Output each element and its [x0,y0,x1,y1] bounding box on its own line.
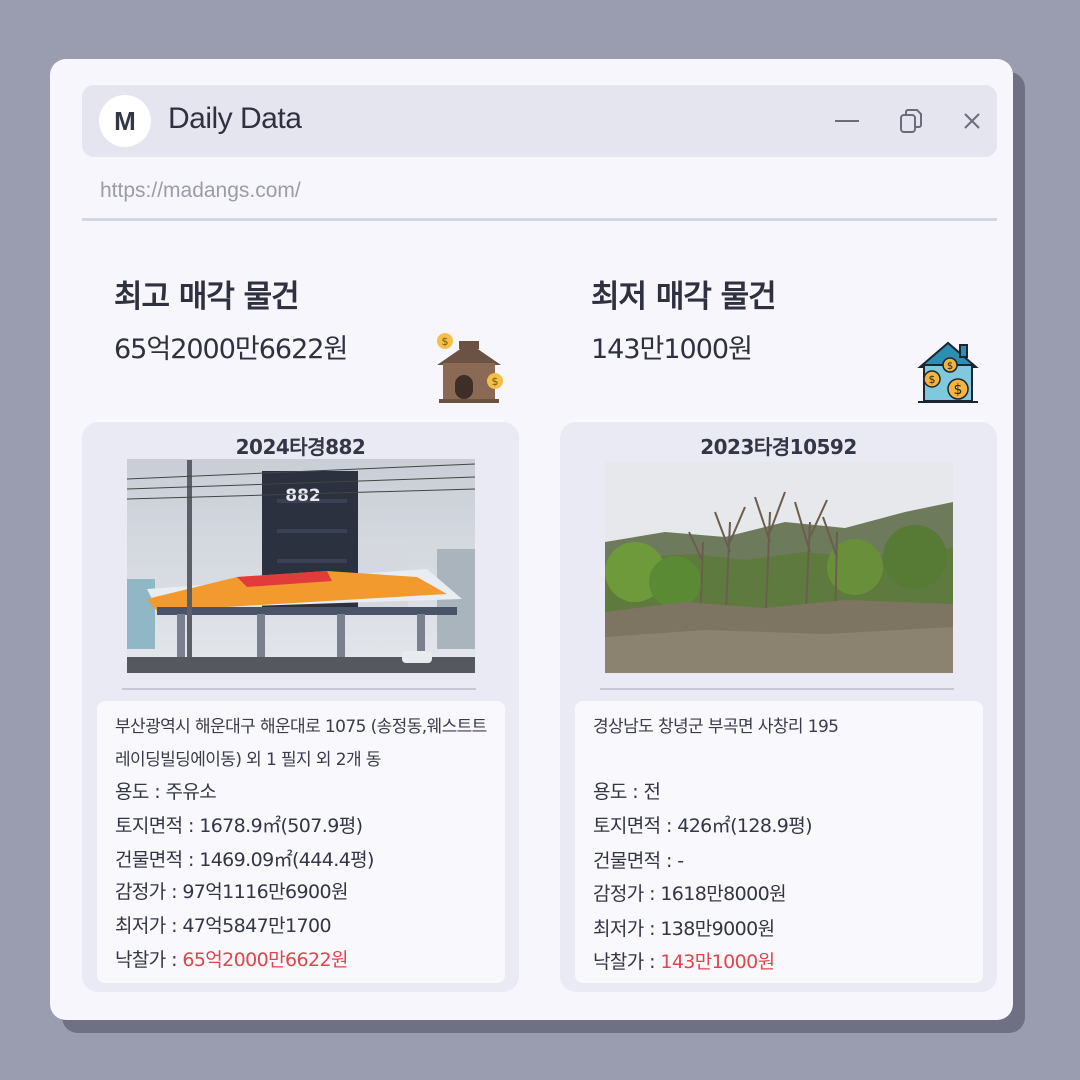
forest-land-photo [605,462,953,673]
svg-text:$: $ [954,382,963,398]
svg-text:$: $ [947,361,953,372]
photo-sign-text: 882 [285,486,321,506]
lowest-winning-bid: 낙찰가 : 143만1000원 [593,947,775,974]
lowest-appraisal: 감정가 : 1618만8000원 [593,883,787,905]
winning-bid-value: 65억2000만6622원 [182,949,348,971]
lowest-details: 경상남도 창녕군 부곡면 사창리 195 용도 : 전 토지면적 : 426㎡(… [575,701,983,983]
close-button[interactable] [958,107,986,135]
gas-station-photo: 882 [127,459,475,673]
winning-bid-label: 낙찰가 : [115,949,183,971]
highest-building-area: 건물면적 : 1469.09㎡(444.4평) [115,849,374,871]
highest-address: 부산광역시 해운대구 해운대로 1075 (송정동,웨스트트레이딩빌딩에이동) … [115,717,487,770]
restore-icon [900,109,922,133]
url-text[interactable]: https://madangs.com/ [100,179,301,203]
card-divider [600,688,954,690]
url-divider [82,218,997,221]
highest-details: 부산광역시 해운대구 해운대로 1075 (송정동,웨스트트레이딩빌딩에이동) … [97,701,505,983]
app-window: M Daily Data https://madangs.com/ 최고 매각 … [50,59,1013,1020]
app-logo: M [99,95,151,147]
highest-heading: 최고 매각 물건 [114,279,300,315]
lowest-case-number: 2023타경10592 [700,435,857,459]
lowest-address: 경상남도 창녕군 부곡면 사창리 195 [593,717,839,737]
app-title: Daily Data [168,102,302,135]
highest-amount: 65억2000만6622원 [114,334,348,365]
close-icon [964,113,980,129]
highest-winning-bid: 낙찰가 : 65억2000만6622원 [115,945,348,972]
winning-bid-value: 143만1000원 [660,951,775,973]
highest-usage: 용도 : 주유소 [115,781,217,803]
lowest-land-area: 토지면적 : 426㎡(128.9평) [593,815,813,837]
highest-minimum: 최저가 : 47억5847만1700 [115,915,332,937]
svg-text:$: $ [929,373,936,386]
highest-property-card[interactable]: 2024타경882 882 부산광역시 해운대구 해운대로 1075 (송정동,… [82,422,519,992]
highest-case-number: 2024타경882 [235,435,366,459]
lowest-property-card[interactable]: 2023타경10592 경상남도 창녕군 부곡면 사창리 195 용도: 전 … [560,422,997,992]
minimize-icon [835,120,859,122]
svg-text:$: $ [442,335,449,348]
lowest-usage: 용도 : 전 [593,781,661,803]
highest-land-area: 토지면적 : 1678.9㎡(507.9평) [115,815,363,837]
card-divider [122,688,476,690]
lowest-amount: 143만1000원 [591,334,753,365]
highest-appraisal: 감정가 : 97억1116만6900원 [115,881,348,903]
winning-bid-label: 낙찰가 : [593,951,661,973]
lowest-building-area: 건물면적 : - [593,850,684,872]
restore-button[interactable] [897,107,925,135]
title-bar: M Daily Data [82,85,997,157]
minimize-button[interactable] [833,107,861,135]
house-coin-icon: $ $ [437,333,503,403]
lowest-heading: 최저 매각 물건 [591,279,777,315]
house-money-icon: $ $ $ [917,341,979,403]
svg-text:$: $ [492,375,499,388]
lowest-minimum: 최저가 : 138만9000원 [593,918,775,940]
